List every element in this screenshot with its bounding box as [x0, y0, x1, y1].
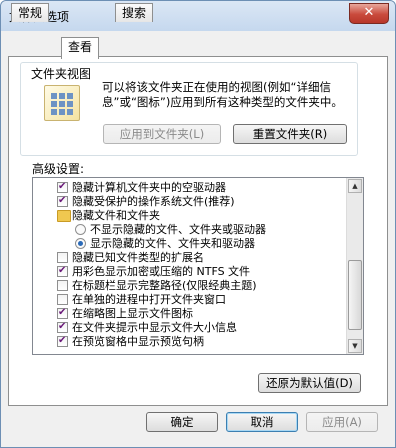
checkbox[interactable] [57, 264, 68, 278]
apply-to-folders-button[interactable]: 应用到文件夹(L) [103, 124, 221, 144]
title-bar: 文件夹选项 ✕ [1, 1, 395, 31]
restore-defaults-button[interactable]: 还原为默认值(D) [258, 373, 361, 393]
checkbox[interactable] [57, 306, 68, 320]
vertical-scrollbar[interactable]: ▲ ▼ [346, 178, 363, 354]
reset-folders-button[interactable]: 重置文件夹(R) [233, 124, 347, 144]
close-button[interactable]: ✕ [349, 3, 389, 24]
cancel-button[interactable]: 取消 [226, 412, 298, 432]
folder-views-description: 可以将该文件夹正在使用的视图(例如“详细信息”或“图标”)应用到所有这种类型的文… [102, 80, 343, 109]
ok-button[interactable]: 确定 [146, 412, 218, 432]
radio-button[interactable] [75, 238, 86, 249]
advanced-settings-label: 高级设置: [32, 162, 85, 176]
checkbox[interactable] [57, 320, 68, 334]
scroll-down-icon[interactable]: ▼ [348, 339, 362, 353]
tab-general[interactable]: 常规 [11, 3, 50, 22]
scroll-thumb[interactable] [348, 260, 362, 330]
advanced-settings-list[interactable]: 隐藏计算机文件夹中的空驱动器 隐藏受保护的操作系统文件(推荐) 隐藏文件和文件夹… [32, 177, 364, 355]
checkbox[interactable] [57, 280, 68, 291]
folder-icon [57, 210, 71, 222]
folder-views-legend: 文件夹视图 [28, 65, 95, 82]
checkbox[interactable] [57, 180, 68, 194]
scroll-up-icon[interactable]: ▲ [348, 179, 362, 193]
tab-view[interactable]: 查看 [61, 37, 100, 59]
checkbox[interactable] [57, 252, 68, 263]
folder-view-icon [44, 85, 80, 121]
checkbox[interactable] [57, 294, 68, 305]
apply-button[interactable]: 应用(A) [306, 412, 378, 432]
checkbox[interactable] [57, 194, 68, 208]
checkbox[interactable] [57, 334, 68, 348]
tab-search[interactable]: 搜索 [115, 3, 154, 22]
radio-button[interactable] [75, 224, 86, 235]
